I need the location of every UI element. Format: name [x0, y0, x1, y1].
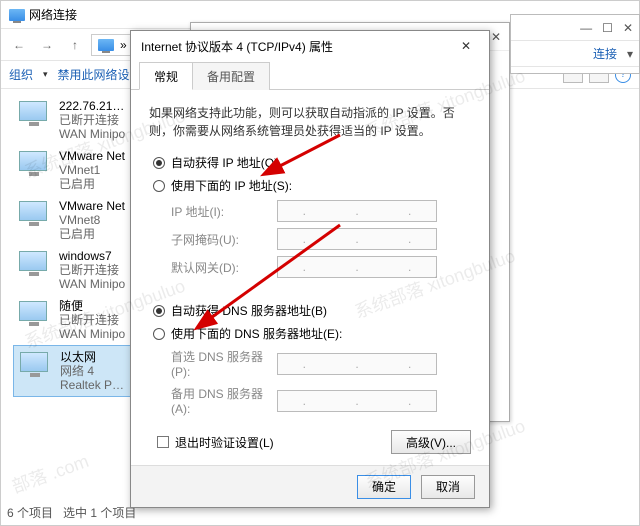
- radio-auto-dns[interactable]: 自动获得 DNS 服务器地址(B): [153, 302, 471, 319]
- forward-button[interactable]: →: [35, 34, 59, 56]
- tab-alternate[interactable]: 备用配置: [192, 62, 270, 90]
- connect-link[interactable]: 连接: [593, 45, 617, 62]
- radio-manual-dns[interactable]: 使用下面的 DNS 服务器地址(E):: [153, 325, 471, 342]
- alternate-dns-field: 备用 DNS 服务器(A): ...: [171, 385, 471, 416]
- radio-icon: [153, 328, 165, 340]
- radio-manual-ip[interactable]: 使用下面的 IP 地址(S):: [153, 177, 471, 194]
- selected-count: 选中 1 个项目: [63, 506, 136, 520]
- radio-label: 使用下面的 IP 地址(S):: [171, 177, 292, 194]
- dialog-titlebar[interactable]: Internet 协议版本 4 (TCP/IPv4) 属性 ✕: [131, 31, 489, 61]
- window-title: 网络连接: [29, 6, 77, 23]
- connection-item-ethernet[interactable]: 以太网网络 4Realtek PCIe: [13, 345, 133, 397]
- connection-item[interactable]: 222.76.215.21已断开连接WAN Minipo: [13, 95, 133, 145]
- partial-window: —☐✕ 连接▾: [510, 14, 640, 74]
- field-label: 首选 DNS 服务器(P):: [171, 348, 277, 379]
- disable-device[interactable]: 禁用此网络设备: [58, 66, 142, 83]
- checkbox-label: 退出时验证设置(L): [175, 434, 274, 451]
- field-label: IP 地址(I):: [171, 203, 277, 220]
- tab-general[interactable]: 常规: [139, 62, 193, 90]
- radio-icon: [153, 157, 165, 169]
- tabs: 常规 备用配置: [131, 61, 489, 90]
- validate-checkbox[interactable]: [157, 436, 169, 448]
- radio-icon: [153, 305, 165, 317]
- ipv4-properties-dialog: Internet 协议版本 4 (TCP/IPv4) 属性 ✕ 常规 备用配置 …: [130, 30, 490, 508]
- item-count: 6 个项目: [7, 506, 53, 520]
- close-icon[interactable]: ✕: [623, 21, 633, 35]
- field-label: 备用 DNS 服务器(A):: [171, 385, 277, 416]
- radio-icon: [153, 180, 165, 192]
- gateway-field: 默认网关(D): ...: [171, 256, 471, 278]
- ip-address-field: IP 地址(I): ...: [171, 200, 471, 222]
- network-icon: [9, 9, 25, 21]
- close-icon[interactable]: ✕: [491, 30, 501, 44]
- radio-label: 自动获得 DNS 服务器地址(B): [171, 302, 327, 319]
- back-button[interactable]: ←: [7, 34, 31, 56]
- up-button[interactable]: ↑: [63, 34, 87, 56]
- organize-menu[interactable]: 组织: [9, 66, 33, 83]
- field-label: 子网掩码(U):: [171, 231, 277, 248]
- ok-button[interactable]: 确定: [357, 475, 411, 499]
- dropdown-icon: ▾: [43, 69, 48, 80]
- ip-input: ...: [277, 390, 437, 412]
- description-text: 如果网络支持此功能，则可以获取自动指派的 IP 设置。否则，你需要从网络系统管理…: [149, 104, 471, 140]
- connection-item[interactable]: windows7已断开连接WAN Minipo: [13, 245, 133, 295]
- cancel-button[interactable]: 取消: [421, 475, 475, 499]
- dialog-title: Internet 协议版本 4 (TCP/IPv4) 属性: [141, 38, 333, 55]
- advanced-button[interactable]: 高级(V)...: [391, 430, 471, 454]
- ip-input: ...: [277, 200, 437, 222]
- dialog-footer: 确定 取消: [131, 465, 489, 507]
- connection-item[interactable]: 随便已断开连接WAN Minipo: [13, 295, 133, 345]
- radio-label: 自动获得 IP 地址(O): [171, 154, 278, 171]
- preferred-dns-field: 首选 DNS 服务器(P): ...: [171, 348, 471, 379]
- close-button[interactable]: ✕: [453, 36, 479, 56]
- connection-item[interactable]: VMware NetVMnet1已启用: [13, 145, 133, 195]
- field-label: 默认网关(D):: [171, 259, 277, 276]
- ip-input: ...: [277, 353, 437, 375]
- ip-input: ...: [277, 228, 437, 250]
- ip-input: ...: [277, 256, 437, 278]
- radio-auto-ip[interactable]: 自动获得 IP 地址(O): [153, 154, 471, 171]
- status-bar: 6 个项目 选中 1 个项目: [7, 504, 136, 521]
- subnet-mask-field: 子网掩码(U): ...: [171, 228, 471, 250]
- network-icon: [98, 39, 114, 51]
- connection-item[interactable]: VMware NetVMnet8已启用: [13, 195, 133, 245]
- radio-label: 使用下面的 DNS 服务器地址(E):: [171, 325, 342, 342]
